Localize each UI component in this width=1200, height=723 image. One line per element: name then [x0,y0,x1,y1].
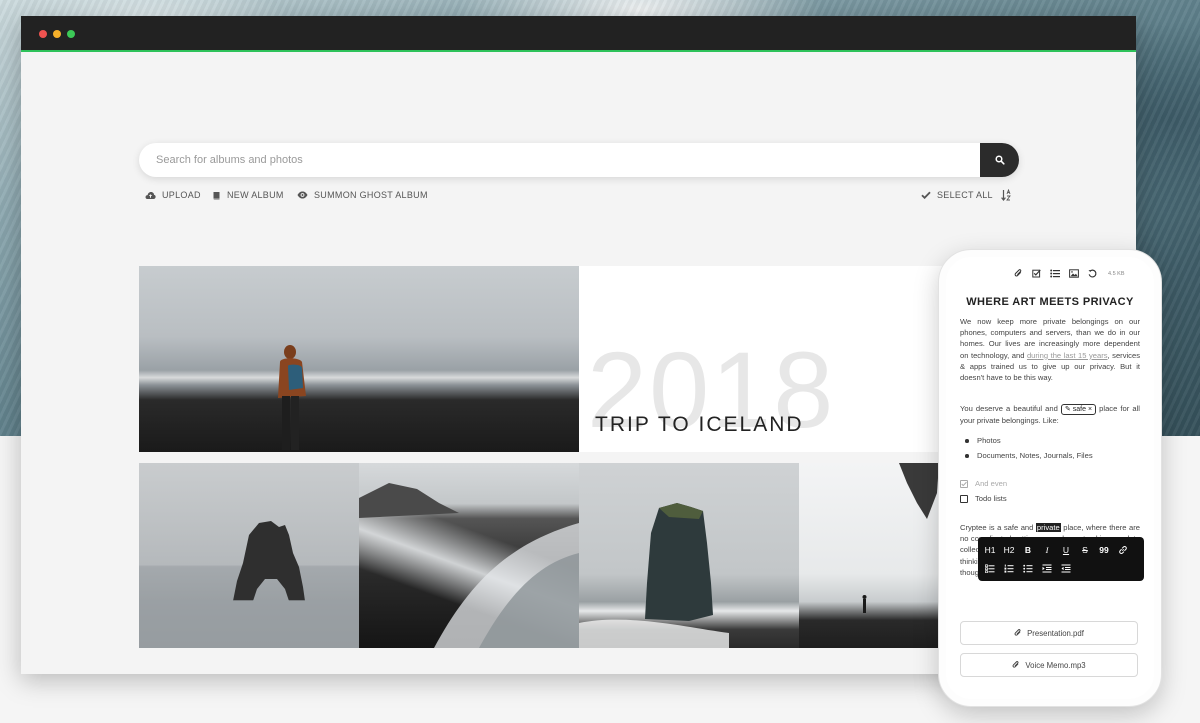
close-window-button[interactable] [39,30,47,38]
heading1-button[interactable]: H1 [984,544,996,556]
link-icon [1119,546,1127,554]
sea-stack-rock [579,503,729,648]
paperclip-icon [1014,629,1021,636]
image-icon[interactable] [1069,269,1079,278]
new-album-button[interactable]: NEW ALBUM [212,190,284,200]
checklist-button[interactable] [984,563,996,573]
history-icon[interactable] [1088,269,1097,278]
attachment-name: Presentation.pdf [1027,628,1084,638]
search-icon [994,155,1005,165]
tag-label: safe [1072,406,1087,413]
sort-button[interactable] [1001,189,1012,201]
tag-chip[interactable]: ✎ safe × [1060,404,1097,415]
paperclip-icon [1012,661,1019,668]
photo-thumbnail[interactable] [359,463,579,648]
attachment-name: Voice Memo.mp3 [1025,660,1086,670]
search-button[interactable] [980,143,1019,177]
checkmark-icon [961,481,967,486]
bullet-list-button[interactable] [1022,564,1034,573]
checklist-icon [985,563,995,573]
new-album-label: NEW ALBUM [227,190,284,200]
italic-button[interactable]: I [1041,544,1053,556]
album-cover-photo[interactable] [139,266,579,452]
sea-arch-rock [139,521,359,648]
checklist-item-todo[interactable]: Todo lists [960,491,1007,506]
indent-icon [1042,564,1052,572]
eye-icon [297,191,308,199]
photo-thumbnail[interactable] [579,463,799,648]
inline-link[interactable]: during the last 15 years [1027,351,1108,360]
bold-button[interactable]: B [1022,544,1034,556]
strikethrough-button[interactable]: S [1079,544,1091,556]
attachment-voice-memo[interactable]: Voice Memo.mp3 [960,653,1138,677]
bullet-list: Photos Documents, Notes, Journals, Files [964,433,1093,463]
maximize-window-button[interactable] [67,30,75,38]
summon-ghost-album-button[interactable]: SUMMON GHOST ALBUM [297,190,428,200]
editor-toolbar: 4.5 KB [1014,269,1125,278]
formatting-popup: H1 H2 B I U S 99 [978,537,1144,581]
select-all-label: SELECT ALL [937,190,993,200]
paragraph-intro: We now keep more private belongings on o… [960,316,1140,383]
summon-ghost-album-label: SUMMON GHOST ALBUM [314,190,428,200]
checklist: And even Todo lists [960,476,1007,506]
link-button[interactable] [1117,545,1129,555]
upload-label: UPLOAD [162,190,201,200]
checklist-item-done[interactable]: And even [960,476,1007,491]
album-title: TRIP TO ICELAND [595,413,804,436]
upload-button[interactable]: UPLOAD [145,190,201,200]
checklist-label: Todo lists [975,494,1007,503]
cloud-upload-icon [145,191,156,199]
paragraph-safe: You deserve a beautiful and ✎ safe × pla… [960,403,1140,426]
numbered-list-button[interactable] [1003,564,1015,573]
attachment-presentation[interactable]: Presentation.pdf [960,621,1138,645]
indent-button[interactable] [1041,564,1053,573]
coastline-mountain [359,483,579,648]
bullet-list-icon [1023,564,1033,573]
heading2-button[interactable]: H2 [1003,544,1015,556]
paperclip-icon[interactable] [1014,269,1023,278]
numbered-list-icon [1004,564,1014,573]
quote-button[interactable]: 99 [1098,544,1110,556]
search-input[interactable] [156,143,956,177]
tag-icon: ✎ [1064,406,1073,413]
underline-button[interactable]: U [1060,544,1072,556]
document-size: 4.5 KB [1108,270,1125,277]
outdent-button[interactable] [1060,564,1072,573]
search-bar [139,143,1019,177]
tag-remove-icon[interactable]: × [1086,406,1092,413]
list-item: Photos [964,433,1093,448]
document-title: WHERE ART MEETS PRIVACY [966,296,1134,308]
unchecked-checkbox[interactable] [960,494,968,503]
window-titlebar [21,16,1136,52]
outdent-icon [1061,564,1071,572]
paragraph-text: Cryptee is a safe and [960,523,1036,532]
minimize-window-button[interactable] [53,30,61,38]
list-icon[interactable] [1050,269,1060,278]
select-all-button[interactable]: SELECT ALL [921,190,993,200]
checkbox-icon[interactable] [1032,269,1041,278]
checkmark-icon [921,191,931,199]
photo-thumbnail[interactable] [139,463,359,648]
person-silhouette [278,345,306,450]
book-icon [213,191,220,200]
paragraph-text: You deserve a beautiful and [960,404,1061,413]
list-item: Documents, Notes, Journals, Files [964,448,1093,463]
checklist-label: And even [975,479,1008,488]
sort-icon [1001,189,1011,201]
selected-text[interactable]: private [1035,523,1061,532]
phone-mockup: 4.5 KB WHERE ART MEETS PRIVACY We now ke… [939,250,1161,706]
checked-checkbox[interactable] [960,479,968,488]
